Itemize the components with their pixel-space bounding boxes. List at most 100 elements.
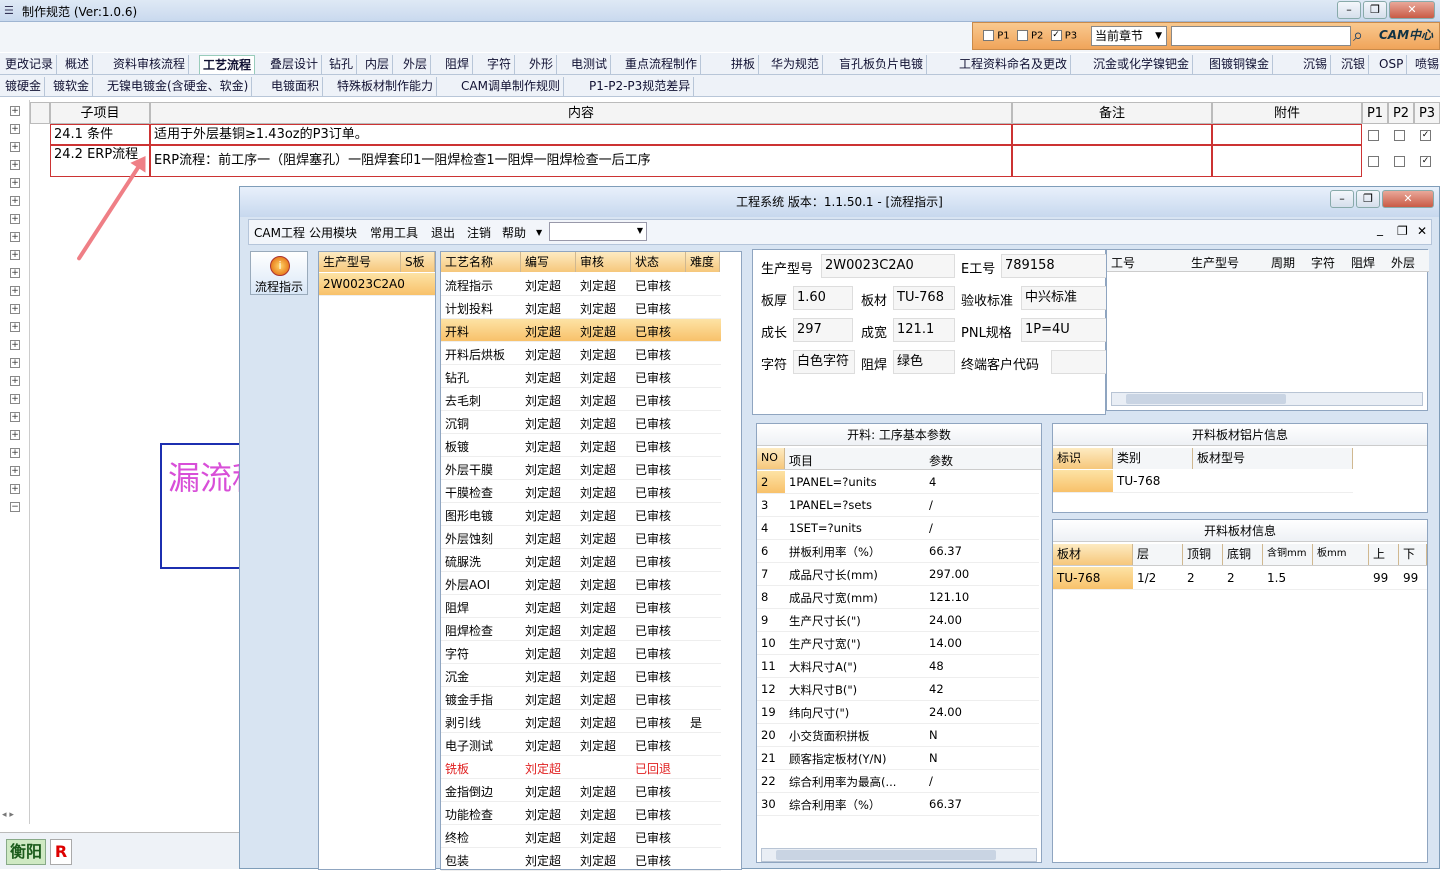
col-p3[interactable]: P3 — [1414, 102, 1440, 124]
param-row[interactable]: 30 综合利用率（%） 66.37 — [757, 793, 1039, 816]
process-row[interactable]: 开料后烘板 刘定超 刘定超 已审核 — [441, 342, 721, 365]
tree-expand-icon[interactable]: + — [10, 304, 20, 314]
tab-17[interactable]: 工程资料命名及更改 — [956, 55, 1072, 74]
close-button[interactable]: ✕ — [1389, 1, 1435, 19]
tab-22[interactable]: OSP — [1376, 55, 1408, 74]
menu-help[interactable]: 帮助 — [502, 224, 526, 241]
tab-1[interactable]: 更改记录 — [2, 55, 58, 74]
process-row[interactable]: 镀金手指 刘定超 刘定超 已审核 — [441, 687, 721, 710]
param-row[interactable]: 4 1SET=?units / — [757, 517, 1039, 540]
pnl-field[interactable]: 1P=4U — [1021, 318, 1107, 342]
process-row[interactable]: 开料 刘定超 刘定超 已审核 — [441, 319, 721, 342]
process-row[interactable]: 剥引线 刘定超 刘定超 已审核 是 — [441, 710, 721, 733]
p2-checkbox[interactable] — [1016, 30, 1028, 41]
tab2-3[interactable]: 无镍电镀金(含硬金、软金) — [104, 77, 253, 96]
order-col-5[interactable]: 阻焊 — [1351, 254, 1375, 271]
tree-expand-icon[interactable]: + — [10, 178, 20, 188]
col-sub[interactable]: 子项目 — [50, 102, 150, 124]
cut-col-8[interactable]: 下 — [1399, 544, 1427, 565]
col-note[interactable]: 备注 — [1012, 102, 1212, 124]
menu-common-module[interactable]: 公用模块 — [309, 224, 357, 241]
char-field[interactable]: 白色字符 — [793, 350, 855, 374]
menu-tools[interactable]: 常用工具 — [370, 224, 418, 241]
tree-expand-icon[interactable]: + — [10, 394, 20, 404]
menu-logout[interactable]: 注销 — [467, 224, 491, 241]
tree-expand-icon[interactable]: + — [10, 196, 20, 206]
tree-expand-icon[interactable]: + — [10, 214, 20, 224]
col-category[interactable]: 类别 — [1113, 448, 1193, 469]
tab-21[interactable]: 沉银 — [1338, 55, 1370, 74]
col-p2[interactable]: P2 — [1388, 102, 1414, 124]
eno-field[interactable]: 789158 — [1001, 254, 1107, 278]
order-col-1[interactable]: 工号 — [1111, 254, 1135, 271]
param-row[interactable]: 2 1PANEL=?units 4 — [757, 471, 1039, 494]
row1-attach[interactable] — [1212, 124, 1362, 145]
tab-15[interactable]: 华为规范 — [768, 55, 824, 74]
col-attach[interactable]: 附件 — [1212, 102, 1362, 124]
col-process[interactable]: 工艺名称 — [441, 252, 521, 272]
chapter-select[interactable]: 当前章节 ▼ — [1091, 26, 1167, 46]
process-row[interactable]: 沉铜 刘定超 刘定超 已审核 — [441, 411, 721, 434]
tree-expand-icon[interactable]: + — [10, 268, 20, 278]
search-input[interactable] — [1171, 26, 1351, 46]
model-field[interactable]: 2W0023C2A0 — [821, 254, 955, 278]
process-row[interactable]: 外层干膜 刘定超 刘定超 已审核 — [441, 457, 721, 480]
tab2-7[interactable]: P1-P2-P3规范差异 — [586, 77, 695, 96]
tab-16[interactable]: 盲孔板负片电镀 — [836, 55, 928, 74]
dialog-close-button[interactable]: ✕ — [1382, 190, 1434, 208]
length-field[interactable]: 297 — [793, 318, 853, 342]
tab-23[interactable]: 喷锡 — [1412, 55, 1440, 74]
scroll-arrows[interactable]: ◂ ▸ — [2, 810, 26, 822]
order-col-3[interactable]: 周期 — [1271, 254, 1295, 271]
tab-8[interactable]: 外层 — [400, 55, 432, 74]
tree-expand-icon[interactable]: + — [10, 466, 20, 476]
dialog-minimize-button[interactable]: – — [1330, 190, 1354, 208]
tree-expand-icon[interactable]: + — [10, 250, 20, 260]
mdi-minimize-button[interactable]: _ — [1377, 222, 1383, 236]
cut-col-6[interactable]: 板mm — [1313, 544, 1369, 565]
tree-expand-icon[interactable]: − — [10, 502, 20, 512]
process-row[interactable]: 终检 刘定超 刘定超 已审核 — [441, 825, 721, 848]
param-row[interactable]: 8 成品尺寸宽(mm) 121.10 — [757, 586, 1039, 609]
tab-13[interactable]: 重点流程制作 — [622, 55, 702, 74]
process-row[interactable]: 功能检查 刘定超 刘定超 已审核 — [441, 802, 721, 825]
cut-col-2[interactable]: 层 — [1133, 544, 1183, 565]
flow-indicator-button[interactable]: ⅰ 流程指示 — [250, 251, 308, 295]
tab2-4[interactable]: 电镀面积 — [268, 77, 324, 96]
order-col-6[interactable]: 外层 — [1391, 254, 1415, 271]
tab2-2[interactable]: 镀软金 — [50, 77, 94, 96]
p3-checkbox[interactable]: ✓ — [1050, 30, 1062, 41]
cut-col-4[interactable]: 底铜 — [1223, 544, 1263, 565]
menu-exit[interactable]: 退出 — [431, 224, 455, 241]
process-row[interactable]: 铣板 刘定超 已回退 — [441, 756, 721, 779]
width-field[interactable]: 121.1 — [893, 318, 955, 342]
col-status[interactable]: 状态 — [631, 252, 686, 272]
tab-19[interactable]: 图镀铜镍金 — [1206, 55, 1274, 74]
tree-expand-icon[interactable]: + — [10, 340, 20, 350]
mdi-close-button[interactable]: ✕ — [1417, 224, 1427, 238]
row1-sub[interactable]: 24.1 条件 — [50, 124, 150, 145]
col-p1[interactable]: P1 — [1362, 102, 1388, 124]
tab-20[interactable]: 沉锡 — [1300, 55, 1332, 74]
cut-col-1[interactable]: 板材 — [1053, 544, 1133, 565]
tab2-6[interactable]: CAM调单制作规则 — [458, 77, 564, 96]
tree-expand-icon[interactable]: + — [10, 322, 20, 332]
row2-content[interactable]: ERP流程：前工序一（阻焊塞孔）一阻焊套印1一阻焊检查1一阻焊一阻焊检查一后工序 — [150, 145, 1012, 177]
row1-p1-checkbox[interactable] — [1368, 128, 1379, 142]
cut-col-5[interactable]: 含铜mm — [1263, 544, 1313, 565]
tree-expand-icon[interactable]: + — [10, 484, 20, 494]
tree-expand-icon[interactable]: + — [10, 124, 20, 134]
order-col-2[interactable]: 生产型号 — [1191, 254, 1239, 271]
process-row[interactable]: 流程指示 刘定超 刘定超 已审核 — [441, 273, 721, 296]
row1-note[interactable] — [1012, 124, 1212, 145]
tree-expand-icon[interactable]: + — [10, 142, 20, 152]
process-row[interactable]: 去毛刺 刘定超 刘定超 已审核 — [441, 388, 721, 411]
col-model[interactable]: 生产型号 — [319, 252, 401, 272]
param-row[interactable]: 6 拼板利用率（%） 66.37 — [757, 540, 1039, 563]
tab-7[interactable]: 内层 — [362, 55, 394, 74]
tab-12[interactable]: 电测试 — [568, 55, 612, 74]
r-badge[interactable]: R — [50, 839, 72, 865]
param-row[interactable]: 21 顾客指定板材(Y/N) N — [757, 747, 1039, 770]
process-row[interactable]: 电子测试 刘定超 刘定超 已审核 — [441, 733, 721, 756]
tab-6[interactable]: 钻孔 — [326, 55, 358, 74]
